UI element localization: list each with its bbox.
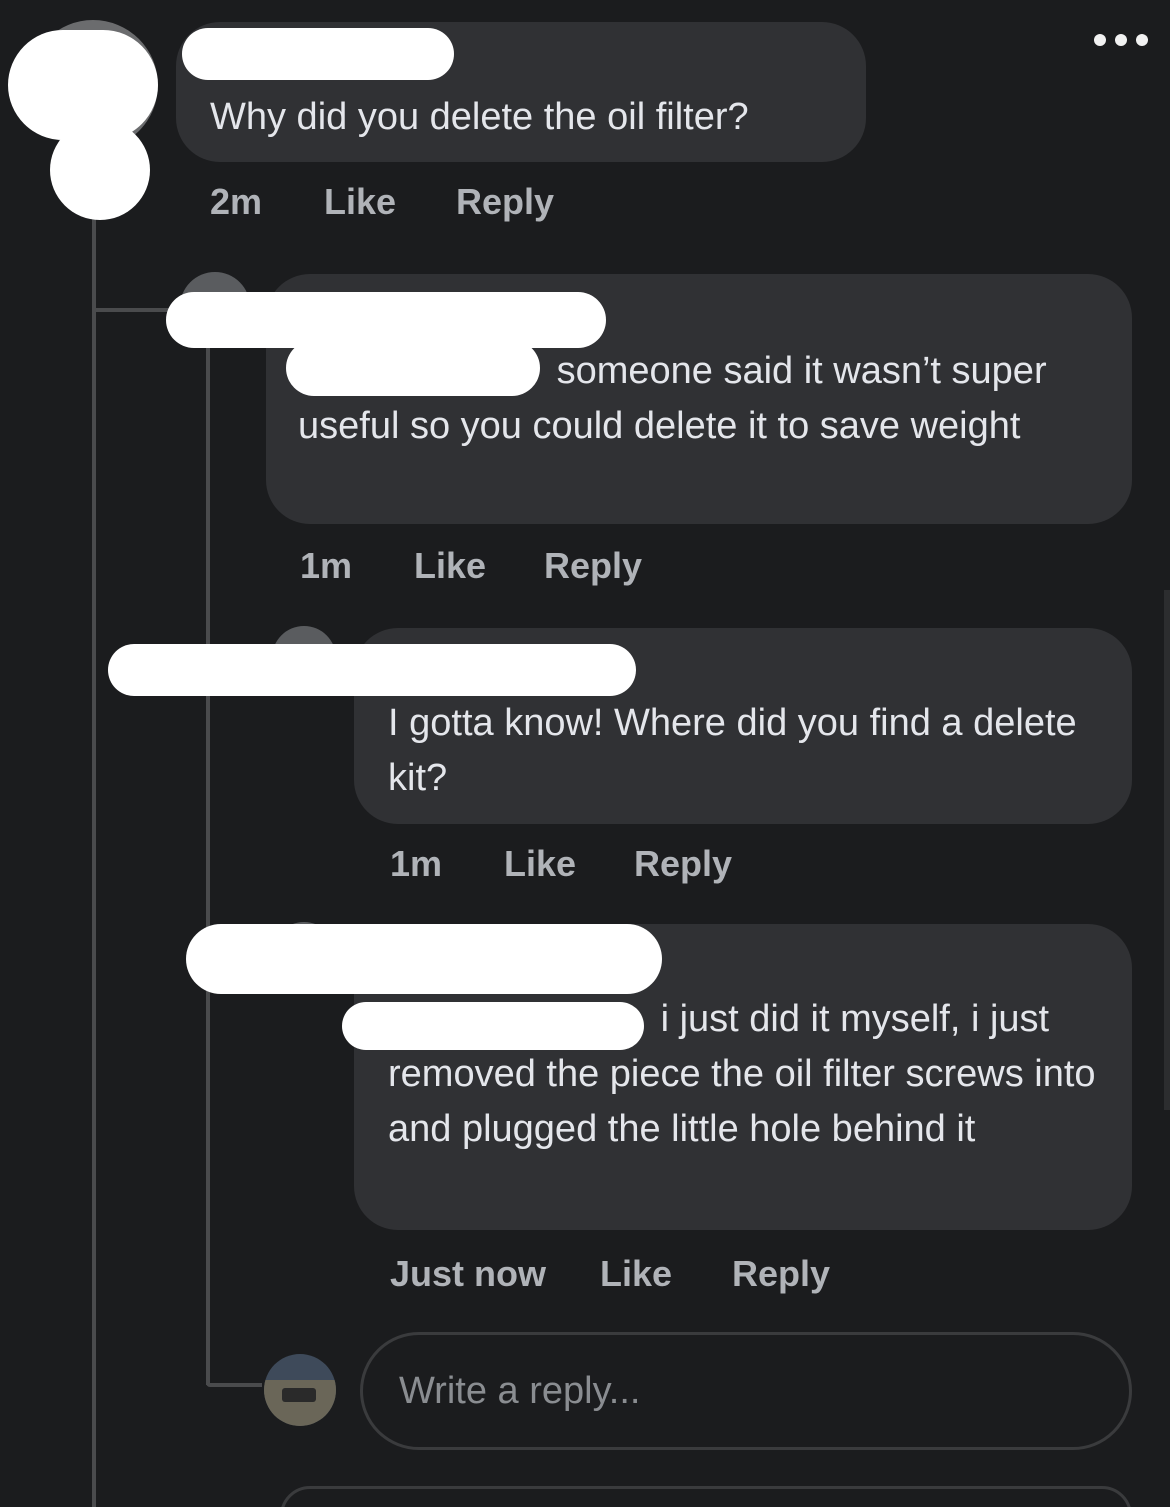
comment-timestamp[interactable]: 2m [210, 181, 324, 223]
comment-actions: Just now Like Reply [390, 1252, 830, 1296]
next-comment-edge [280, 1486, 1132, 1507]
reply-button[interactable]: Reply [634, 843, 732, 885]
comment-timestamp[interactable]: 1m [390, 843, 504, 885]
more-options-icon[interactable] [1094, 34, 1148, 46]
avatar-image [282, 1388, 316, 1402]
reply-button[interactable]: Reply [544, 545, 642, 587]
comment-actions: 2m Like Reply [210, 180, 554, 224]
more-dot [1094, 34, 1106, 46]
reply-button[interactable]: Reply [732, 1253, 830, 1295]
reply-input[interactable] [397, 1368, 1060, 1414]
comment-thread: Why did you delete the oil filter? 2m Li… [0, 0, 1170, 1507]
like-button[interactable]: Like [324, 181, 456, 223]
redaction-mark [182, 28, 454, 80]
write-reply-field[interactable] [360, 1332, 1132, 1450]
comment-text: Why did you delete the oil filter? [210, 96, 749, 138]
more-dot [1115, 34, 1127, 46]
like-button[interactable]: Like [414, 545, 544, 587]
current-user-avatar[interactable] [264, 1354, 336, 1426]
redaction-mark [50, 120, 150, 220]
scrollbar[interactable] [1164, 590, 1170, 1110]
thread-line-branch [96, 308, 176, 312]
redaction-mark [342, 1002, 644, 1050]
comment-timestamp[interactable]: Just now [390, 1253, 600, 1295]
comment-actions: 1m Like Reply [300, 544, 642, 588]
like-button[interactable]: Like [504, 843, 634, 885]
redaction-mark [108, 644, 636, 696]
thread-line-replies [206, 345, 210, 1385]
avatar-image [264, 1380, 336, 1426]
redaction-mark [286, 340, 540, 396]
reply-button[interactable]: Reply [456, 181, 554, 223]
thread-line-main [92, 215, 96, 1507]
thread-line-input-branch [206, 1383, 262, 1387]
comment-text: I gotta know! Where did you find a delet… [388, 702, 1077, 799]
comment-actions: 1m Like Reply [390, 842, 732, 886]
comment-timestamp[interactable]: 1m [300, 545, 414, 587]
like-button[interactable]: Like [600, 1253, 732, 1295]
more-dot [1136, 34, 1148, 46]
redaction-mark [186, 924, 662, 994]
